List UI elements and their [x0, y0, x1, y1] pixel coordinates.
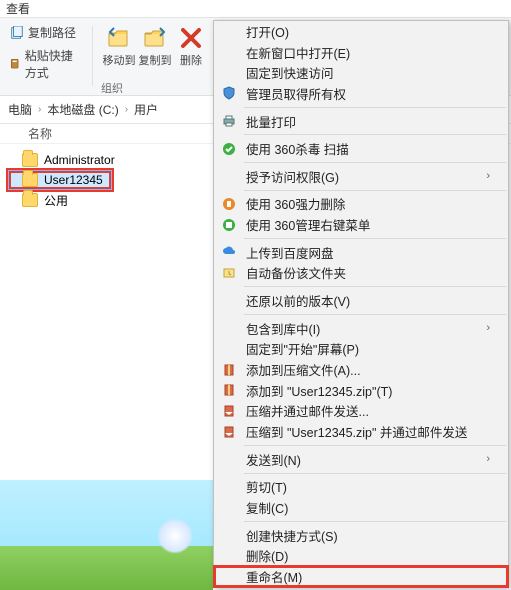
copy-path-button[interactable]: 复制路径	[6, 22, 84, 43]
copy-to-label: 复制到	[139, 52, 172, 68]
menu-separator	[244, 445, 506, 446]
menu-include-library[interactable]: 包含到库中(I) ›	[214, 318, 508, 339]
menu-separator	[244, 286, 506, 287]
chevron-right-icon: ›	[38, 104, 41, 115]
menu-batch-print[interactable]: 批量打印	[214, 111, 508, 132]
move-to-button[interactable]: 移动到	[101, 22, 137, 68]
menu-open-new-window[interactable]: 在新窗口中打开(E)	[214, 42, 508, 63]
folder-name: 公用	[44, 192, 68, 209]
column-name[interactable]: 名称	[28, 125, 52, 142]
archive-mail-icon	[221, 403, 237, 419]
folder-row-selected[interactable]: User12345	[8, 170, 112, 190]
folder-name: User12345	[44, 173, 103, 187]
menu-separator	[244, 521, 506, 522]
backup-icon	[221, 265, 237, 281]
menu-admin-ownership[interactable]: 管理员取得所有权	[214, 83, 508, 104]
menu-upload-baidu[interactable]: 上传到百度网盘	[214, 242, 508, 263]
menu-compress-named-email[interactable]: 压缩到 "User12345.zip" 并通过邮件发送	[214, 421, 508, 442]
menu-separator	[244, 107, 506, 108]
context-menu: 打开(O) 在新窗口中打开(E) 固定到快速访问 管理员取得所有权 批量打印 使…	[213, 20, 509, 588]
menu-copy[interactable]: 复制(C)	[214, 497, 508, 518]
copy-to-button[interactable]: 复制到	[137, 22, 173, 68]
menu-separator	[244, 190, 506, 191]
360-shield-icon	[221, 141, 237, 157]
menu-open[interactable]: 打开(O)	[214, 21, 508, 42]
menu-separator	[244, 473, 506, 474]
submenu-arrow-icon: ›	[486, 170, 490, 182]
menu-compress-email[interactable]: 压缩并通过邮件发送...	[214, 401, 508, 422]
archive-mail-icon	[221, 424, 237, 440]
menu-separator	[244, 314, 506, 315]
archive-icon	[221, 382, 237, 398]
paste-shortcut-button[interactable]: 粘贴快捷方式	[6, 45, 84, 83]
desktop-wallpaper-preview	[0, 480, 213, 590]
menu-separator	[244, 134, 506, 135]
submenu-arrow-icon: ›	[486, 453, 490, 465]
cloud-upload-icon	[221, 244, 237, 260]
folder-icon	[22, 193, 38, 207]
menu-360-rightclick[interactable]: 使用 360管理右键菜单	[214, 214, 508, 235]
ribbon-group-clipboard: 复制路径 粘贴快捷方式	[0, 22, 90, 96]
chevron-right-icon: ›	[125, 104, 128, 115]
menu-send-to[interactable]: 发送到(N) ›	[214, 449, 508, 470]
menu-cut[interactable]: 剪切(T)	[214, 477, 508, 498]
folder-icon	[22, 173, 38, 187]
menu-separator	[244, 238, 506, 239]
360-delete-icon	[221, 196, 237, 212]
delete-button[interactable]: 删除	[173, 22, 209, 68]
shield-icon	[221, 85, 237, 101]
breadcrumb-item[interactable]: 用户	[134, 101, 158, 118]
ribbon-group-organize: 移动到 复制到 删除 组织	[95, 22, 215, 96]
ribbon-group-label: 组织	[101, 80, 123, 96]
folder-icon	[22, 153, 38, 167]
archive-icon	[221, 362, 237, 378]
window-titlebar: 查看	[0, 0, 511, 18]
menu-restore-previous[interactable]: 还原以前的版本(V)	[214, 290, 508, 311]
menu-create-shortcut[interactable]: 创建快捷方式(S)	[214, 525, 508, 546]
360-menu-icon	[221, 217, 237, 233]
window-title: 查看	[6, 0, 30, 17]
menu-add-named-zip[interactable]: 添加到 "User12345.zip"(T)	[214, 380, 508, 401]
paste-shortcut-label: 粘贴快捷方式	[25, 47, 80, 81]
menu-pin-start[interactable]: 固定到"开始"屏幕(P)	[214, 338, 508, 359]
copy-path-label: 复制路径	[28, 24, 76, 41]
folder-name: Administrator	[44, 153, 115, 167]
menu-add-archive[interactable]: 添加到压缩文件(A)...	[214, 359, 508, 380]
menu-separator	[244, 162, 506, 163]
menu-360-delete[interactable]: 使用 360强力删除	[214, 194, 508, 215]
menu-360-scan[interactable]: 使用 360杀毒 扫描	[214, 138, 508, 159]
menu-delete-item[interactable]: 删除(D)	[214, 546, 508, 567]
menu-auto-backup[interactable]: 自动备份该文件夹	[214, 263, 508, 284]
breadcrumb-item[interactable]: 电脑	[8, 101, 32, 118]
menu-rename[interactable]: 重命名(M)	[214, 566, 508, 587]
move-to-label: 移动到	[103, 52, 136, 68]
printer-icon	[221, 113, 237, 129]
breadcrumb-item[interactable]: 本地磁盘 (C:)	[47, 101, 118, 118]
submenu-arrow-icon: ›	[486, 322, 490, 334]
menu-pin-quick-access[interactable]: 固定到快速访问	[214, 62, 508, 83]
menu-grant-access[interactable]: 授予访问权限(G) ›	[214, 166, 508, 187]
delete-label: 删除	[180, 52, 202, 68]
ribbon-separator	[92, 26, 93, 86]
